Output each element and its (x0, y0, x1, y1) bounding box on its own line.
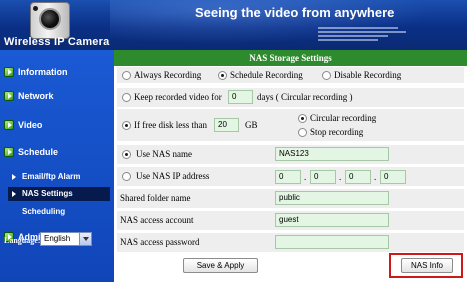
shared-folder-row: Shared folder name public (117, 189, 464, 209)
always-recording-label: Always Recording (134, 70, 202, 80)
green-arrow-icon (4, 67, 14, 77)
access-account-input[interactable]: guest (275, 213, 389, 227)
access-account-label: NAS access account (120, 215, 194, 225)
stop-recording-label: Stop recording (310, 127, 364, 137)
sidebar-subitem-label: Scheduling (22, 207, 66, 216)
shared-folder-label: Shared folder name (120, 193, 191, 203)
nas-settings-panel: NAS Storage Settings Always Recording Sc… (114, 50, 467, 282)
nas-ip-octet-1[interactable]: 0 (275, 170, 301, 184)
nas-ip-octet-2[interactable]: 0 (310, 170, 336, 184)
header-fine-print (318, 27, 408, 43)
free-disk-unit: GB (245, 120, 258, 130)
access-password-input[interactable] (275, 235, 389, 249)
shared-folder-input[interactable]: public (275, 191, 389, 205)
circular-recording-label: Circular recording (310, 113, 377, 123)
save-apply-button[interactable]: Save & Apply (183, 258, 258, 273)
sidebar-subitem-nas-settings[interactable]: NAS Settings (8, 187, 110, 201)
page-header: Wireless IP Camera Seeing the video from… (0, 0, 467, 50)
ip-separator: . (304, 172, 307, 182)
sidebar-item-label: Information (18, 67, 68, 77)
access-account-row: NAS access account guest (117, 211, 464, 231)
camera-lens-icon (39, 8, 61, 30)
panel-title: NAS Storage Settings (114, 50, 467, 66)
free-disk-radio[interactable] (122, 121, 131, 130)
camera-sensor-dot (33, 6, 38, 11)
sidebar-item-network[interactable]: Network (0, 88, 114, 108)
green-arrow-icon (4, 147, 14, 157)
language-select-value: English (44, 234, 71, 243)
triangle-bullet-icon (12, 174, 16, 180)
camera-logo (30, 2, 70, 39)
keep-days-input[interactable]: 0 (228, 90, 253, 104)
nas-ip-octet-3[interactable]: 0 (345, 170, 371, 184)
language-select[interactable]: English (40, 232, 92, 246)
always-recording-radio[interactable] (122, 71, 131, 80)
schedule-recording-label: Schedule Recording (230, 70, 303, 80)
sidebar: Information Network Video Schedule Email… (0, 50, 114, 282)
recording-mode-row: Always Recording Schedule Recording Disa… (117, 67, 464, 84)
green-arrow-icon (4, 91, 14, 101)
stop-recording-radio[interactable] (298, 128, 307, 137)
header-tagline: Seeing the video from anywhere (195, 5, 395, 20)
circular-recording-radio[interactable] (298, 114, 307, 123)
use-nas-name-label: Use NAS name (136, 149, 192, 159)
sidebar-subitem-label: Email/ftp Alarm (22, 172, 81, 181)
sidebar-item-video[interactable]: Video (0, 117, 114, 137)
triangle-bullet-icon (12, 191, 16, 197)
free-disk-gb-input[interactable]: 20 (214, 118, 239, 132)
keep-video-radio[interactable] (122, 93, 131, 102)
use-nas-name-radio[interactable] (122, 150, 131, 159)
sidebar-item-label: Network (18, 91, 54, 101)
sidebar-item-information[interactable]: Information (0, 64, 114, 84)
access-password-row: NAS access password (117, 233, 464, 253)
use-nas-ip-label: Use NAS IP address (136, 171, 210, 181)
use-nas-ip-row: Use NAS IP address 0 . 0 . 0 . 0 (117, 167, 464, 187)
chevron-down-icon[interactable] (79, 233, 91, 245)
sidebar-subitem-label: NAS Settings (22, 189, 73, 198)
sidebar-subitem-scheduling[interactable]: Scheduling (8, 205, 110, 219)
ip-separator: . (339, 172, 342, 182)
sidebar-item-label: Schedule (18, 147, 59, 157)
schedule-recording-radio[interactable] (218, 71, 227, 80)
sidebar-item-schedule[interactable]: Schedule (0, 144, 114, 164)
nas-info-highlight-box (389, 253, 463, 278)
sidebar-subitem-email-ftp-alarm[interactable]: Email/ftp Alarm (8, 170, 110, 184)
ip-separator: . (374, 172, 377, 182)
free-disk-row: If free disk less than 20 GB Circular re… (117, 109, 464, 142)
nas-ip-octet-4[interactable]: 0 (380, 170, 406, 184)
use-nas-ip-radio[interactable] (122, 172, 131, 181)
language-label: Language: (4, 236, 41, 245)
brand-title: Wireless IP Camera (4, 36, 110, 48)
sidebar-item-label: Video (18, 120, 43, 130)
keep-video-row: Keep recorded video for 0 days ( Circula… (117, 88, 464, 108)
green-arrow-icon (4, 120, 14, 130)
keep-video-label: Keep recorded video for (134, 92, 222, 102)
disable-recording-radio[interactable] (322, 71, 331, 80)
free-disk-label: If free disk less than (134, 120, 207, 130)
access-password-label: NAS access password (120, 237, 200, 247)
keep-video-suffix: days ( Circular recording ) (257, 92, 353, 102)
disable-recording-label: Disable Recording (334, 70, 402, 80)
use-nas-name-row: Use NAS name NAS123 (117, 145, 464, 165)
nas-name-input[interactable]: NAS123 (275, 147, 389, 161)
